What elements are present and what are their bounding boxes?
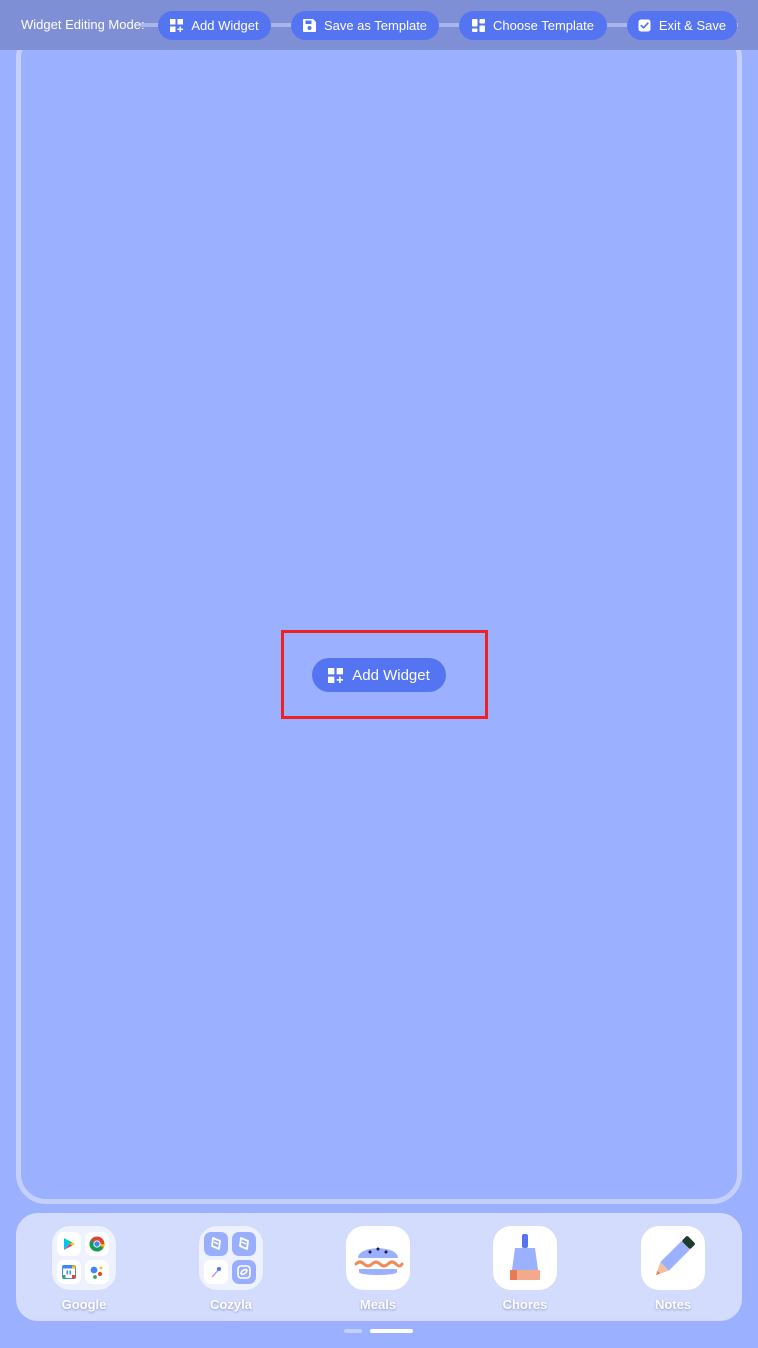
center-add-widget-label: Add Widget (352, 666, 430, 684)
widget-add-icon (328, 667, 344, 683)
exit-and-save-label: Exit & Save (658, 18, 727, 33)
dock-app-label: Cozyla (210, 1297, 252, 1312)
add-widget-button[interactable]: Add Widget (158, 11, 271, 40)
template-grid-icon (472, 19, 486, 32)
dock-app-notes[interactable]: Notes (628, 1226, 718, 1312)
pencil-icon (641, 1226, 705, 1290)
checkbox-icon (638, 19, 651, 32)
exit-and-save-button[interactable]: Exit & Save (627, 11, 737, 40)
play-store-icon (57, 1232, 81, 1256)
choose-template-label: Choose Template (493, 18, 594, 33)
google-assistant-icon (85, 1260, 109, 1284)
save-as-template-button[interactable]: Save as Template (291, 11, 439, 40)
cozyla-link-icon (232, 1260, 256, 1284)
cozyla-calendar-icon (204, 1232, 228, 1256)
cozyla-rocket-icon (204, 1260, 228, 1284)
dock-app-label: Meals (359, 1297, 397, 1312)
dock-app-meals[interactable]: Meals (333, 1226, 423, 1312)
edit-mode-label: Widget Editing Mode: (21, 17, 145, 32)
dock-app-cozyla[interactable]: Cozyla (186, 1226, 276, 1312)
page-indicator-inactive (344, 1329, 362, 1333)
dock-app-label: Notes (654, 1297, 692, 1312)
add-widget-label: Add Widget (191, 18, 259, 33)
burger-icon (346, 1226, 410, 1290)
floppy-disk-icon (302, 19, 316, 32)
calendar-icon (57, 1260, 81, 1284)
dock-app-label: Chores (502, 1297, 548, 1312)
widget-edit-toolbar: Widget Editing Mode: Add Widget Save as … (0, 0, 758, 50)
choose-template-button[interactable]: Choose Template (459, 11, 607, 40)
dock-app-chores[interactable]: Chores (480, 1226, 570, 1312)
broom-icon (493, 1226, 557, 1290)
save-as-template-label: Save as Template (323, 18, 428, 33)
home-screen: Widget Editing Mode: Add Widget Save as … (0, 0, 758, 1348)
widget-add-icon (170, 19, 184, 32)
dock-app-google[interactable]: Google (39, 1226, 129, 1312)
dock-app-label: Google (61, 1297, 107, 1312)
home-gesture-bar[interactable] (370, 1329, 413, 1333)
widget-area-frame (16, 28, 742, 1204)
google-folder-icon (52, 1226, 116, 1290)
center-add-widget-button[interactable]: Add Widget (312, 658, 446, 692)
cozyla-folder-icon (199, 1226, 263, 1290)
cozyla-frame-icon (232, 1232, 256, 1256)
chrome-icon (85, 1232, 109, 1256)
